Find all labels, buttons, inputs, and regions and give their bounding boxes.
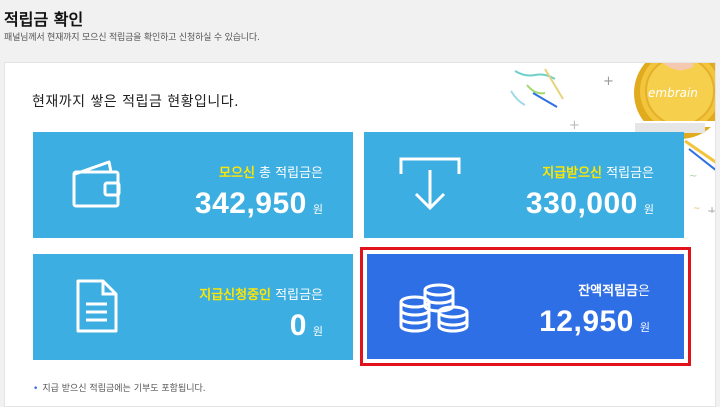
paid-out-card[interactable]: 지급받으신 적립금은 330,000 원 <box>364 132 684 238</box>
balance-amount: 12,950 <box>539 305 634 338</box>
total-collected-label: 모으신 총 적립금은 <box>219 166 323 181</box>
pending-request-card[interactable]: 지급신청중인 적립금은 0원 <box>33 254 353 360</box>
coin-brand-text: embrain <box>648 86 698 100</box>
balance-card-selection: 잔액적립금은 12,950 원 <box>360 247 691 366</box>
svg-text:~: ~ <box>689 171 697 182</box>
page-subtitle: 패널님께서 현재까지 모으신 적립금을 확인하고 신청하실 수 있습니다. <box>4 33 260 43</box>
pending-request-label: 지급신청중인 적립금은 <box>199 288 323 303</box>
currency-unit: 원 <box>643 203 654 216</box>
svg-text:+: + <box>707 204 716 213</box>
download-arrow-icon <box>399 157 461 211</box>
document-icon <box>76 279 118 333</box>
summary-headline: 현재까지 쌓은 적립금 현황입니다. <box>32 94 240 110</box>
paid-out-label: 지급받으신 적립금은 <box>542 166 654 181</box>
balance-card[interactable]: 잔액적립금은 12,950 원 <box>367 254 684 359</box>
points-summary-panel: 현재까지 쌓은 적립금 현황입니다. + + + embrain ~ ~ 모으신… <box>4 62 716 407</box>
page-title: 적립금 확인 <box>4 10 84 29</box>
currency-unit: 원 <box>312 325 323 338</box>
currency-unit: 원 <box>312 203 323 216</box>
paid-out-amount: 330,000 <box>525 187 638 220</box>
svg-text:+: + <box>603 74 614 89</box>
total-collected-card[interactable]: 모으신 총 적립금은 342,950 원 <box>33 132 353 238</box>
balance-label: 잔액적립금은 <box>578 284 650 299</box>
svg-text:+: + <box>569 118 580 133</box>
wallet-icon <box>72 160 121 208</box>
pending-request-amount: 0 <box>289 309 307 342</box>
svg-text:~: ~ <box>693 204 701 213</box>
currency-unit: 원 <box>639 321 650 334</box>
coins-icon <box>399 283 469 333</box>
total-collected-amount: 342,950 <box>194 187 307 220</box>
footnote: • 지급 받으신 적립금에는 기부도 포함됩니다. <box>33 384 206 394</box>
